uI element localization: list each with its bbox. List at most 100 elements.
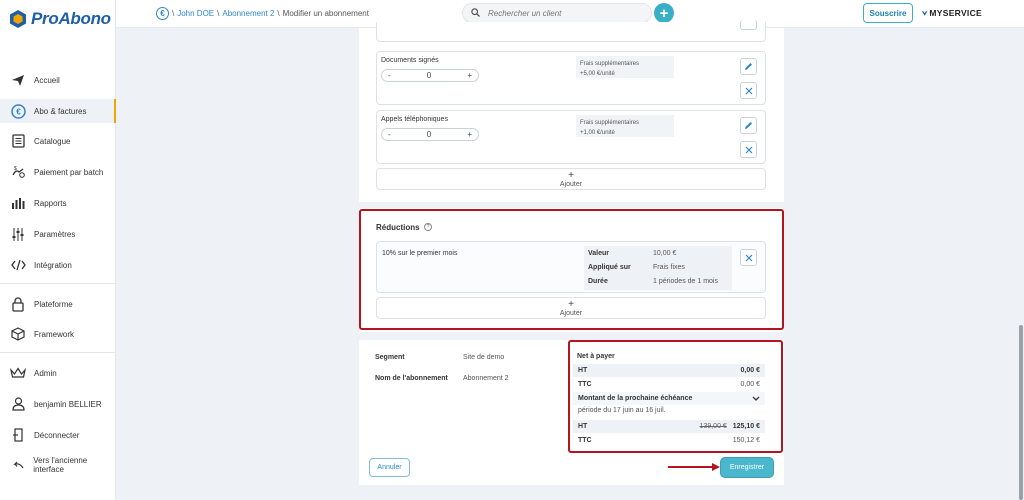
sidebar-divider bbox=[0, 283, 116, 284]
hexagon-logo-icon bbox=[10, 10, 26, 28]
search-icon bbox=[471, 7, 480, 19]
search-input[interactable] bbox=[488, 8, 638, 18]
cancel-button[interactable]: Annuler bbox=[369, 458, 410, 477]
option-box-partial bbox=[376, 20, 766, 42]
quantity-value[interactable]: 0 bbox=[427, 71, 431, 80]
brand-logo[interactable]: ProAbono bbox=[10, 9, 111, 29]
sliders-icon bbox=[10, 226, 26, 242]
sidebar-item-label: Vers l'ancienne interface bbox=[33, 456, 88, 474]
extra-fee-value: +1,00 €/unité bbox=[580, 130, 615, 136]
sidebar-item-parametres[interactable]: Paramètres bbox=[0, 222, 116, 246]
extra-fee-title: Frais supplémentaires bbox=[580, 61, 640, 67]
delete-button[interactable] bbox=[740, 141, 757, 158]
pencil-icon bbox=[745, 63, 752, 70]
option-name: Appels téléphoniques bbox=[381, 116, 448, 123]
breadcrumb: € \ John DOE \ Abonnement 2 \ Modifier u… bbox=[156, 7, 369, 20]
red-arrow-icon bbox=[668, 463, 720, 471]
breadcrumb-subscription-link[interactable]: Abonnement 2 bbox=[222, 9, 274, 18]
euro-icon: € bbox=[156, 7, 169, 20]
sidebar-item-integration[interactable]: Intégration bbox=[0, 253, 116, 277]
sidebar-item-label: Framework bbox=[34, 329, 75, 339]
sidebar-item-accueil[interactable]: Accueil bbox=[0, 68, 116, 92]
decrement-button[interactable]: - bbox=[388, 71, 391, 80]
extra-fee-info: Frais supplémentaires +1,00 €/unité bbox=[576, 115, 674, 137]
subscription-name-value: Abonnement 2 bbox=[463, 375, 509, 382]
sidebar-item-label: Catalogue bbox=[34, 136, 71, 146]
partner-logo-icon bbox=[922, 10, 928, 16]
breadcrumb-separator: \ bbox=[172, 9, 175, 18]
breadcrumb-separator: \ bbox=[217, 9, 220, 18]
batch-payment-icon: $ bbox=[10, 164, 26, 180]
svg-text:€: € bbox=[16, 107, 21, 116]
subscription-name-label: Nom de l'abonnement bbox=[375, 375, 448, 382]
euro-icon: € bbox=[10, 103, 26, 119]
highlight-net-payment bbox=[568, 340, 783, 453]
plus-icon: + bbox=[659, 4, 669, 22]
option-box: Appels téléphoniques - 0 + Frais supplém… bbox=[376, 110, 766, 164]
sidebar-item-paiement-batch[interactable]: $ Paiement par batch bbox=[0, 160, 116, 184]
sidebar-divider bbox=[0, 352, 116, 353]
partner-logo-text: MYSERVICE bbox=[929, 8, 982, 18]
sidebar-item-label: benjamin BELLIER bbox=[34, 399, 102, 409]
partner-logo[interactable]: MYSERVICE bbox=[922, 4, 982, 22]
close-icon bbox=[745, 146, 752, 153]
edit-button[interactable] bbox=[740, 117, 757, 134]
plane-icon bbox=[10, 72, 26, 88]
decrement-button[interactable]: - bbox=[388, 130, 391, 139]
increment-button[interactable]: + bbox=[467, 130, 472, 139]
close-icon bbox=[745, 87, 752, 94]
breadcrumb-customer-link[interactable]: John DOE bbox=[177, 9, 214, 18]
cube-icon bbox=[10, 326, 26, 342]
save-button[interactable]: Enregistrer bbox=[721, 458, 773, 477]
sidebar-item-plateforme[interactable]: Plateforme bbox=[0, 292, 116, 316]
segment-label: Segment bbox=[375, 354, 405, 361]
sidebar-item-catalogue[interactable]: Catalogue bbox=[0, 129, 116, 153]
sidebar-item-ancienne-interface[interactable]: Vers l'ancienne interface bbox=[0, 453, 116, 477]
add-button[interactable]: + bbox=[654, 3, 674, 23]
option-box: Documents signés - 0 + Frais supplémenta… bbox=[376, 51, 766, 105]
segment-value: Site de demo bbox=[463, 354, 505, 361]
add-label: Ajouter bbox=[559, 181, 583, 188]
crown-icon bbox=[10, 365, 26, 381]
brand-name: ProAbono bbox=[31, 9, 111, 28]
quantity-stepper[interactable]: - 0 + bbox=[381, 128, 479, 141]
sidebar-item-abo-factures[interactable]: € Abo & factures bbox=[0, 99, 116, 123]
sidebar-item-label: Déconnecter bbox=[34, 430, 80, 440]
plus-icon: + bbox=[568, 170, 574, 181]
option-name: Documents signés bbox=[381, 57, 439, 64]
scrollbar[interactable] bbox=[1019, 325, 1023, 500]
back-arrow-icon bbox=[10, 457, 25, 473]
lock-icon bbox=[10, 296, 26, 312]
sidebar-item-admin[interactable]: Admin bbox=[0, 361, 116, 385]
increment-button[interactable]: + bbox=[467, 71, 472, 80]
extra-fee-value: +5,00 €/unité bbox=[580, 71, 615, 77]
quantity-value[interactable]: 0 bbox=[427, 130, 431, 139]
sidebar-item-framework[interactable]: Framework bbox=[0, 322, 116, 346]
svg-text:$: $ bbox=[14, 166, 17, 172]
code-icon bbox=[10, 257, 26, 273]
user-icon bbox=[10, 396, 26, 412]
sidebar-item-label: Rapports bbox=[34, 198, 67, 208]
edit-button[interactable] bbox=[740, 58, 757, 75]
sidebar-item-rapports[interactable]: Rapports bbox=[0, 191, 116, 215]
highlight-reductions bbox=[359, 209, 784, 330]
delete-button[interactable] bbox=[740, 82, 757, 99]
sidebar-item-user[interactable]: benjamin BELLIER bbox=[0, 392, 116, 416]
sidebar-item-label: Paramètres bbox=[34, 229, 76, 239]
search-box bbox=[462, 3, 652, 23]
pencil-icon bbox=[745, 122, 752, 129]
extra-fee-info: Frais supplémentaires +5,00 €/unité bbox=[576, 56, 674, 78]
sidebar-item-label: Intégration bbox=[34, 260, 72, 270]
sidebar-item-label: Paiement par batch bbox=[34, 167, 104, 177]
subscribe-button[interactable]: Souscrire bbox=[863, 3, 913, 23]
logout-icon bbox=[10, 427, 26, 443]
breadcrumb-separator: \ bbox=[277, 9, 280, 18]
extra-fee-title: Frais supplémentaires bbox=[580, 120, 640, 126]
add-option-button[interactable]: + Ajouter bbox=[376, 168, 766, 190]
sidebar-item-label: Abo & factures bbox=[34, 106, 87, 116]
quantity-stepper[interactable]: - 0 + bbox=[381, 69, 479, 82]
bar-chart-icon bbox=[10, 195, 26, 211]
sidebar-item-deconnecter[interactable]: Déconnecter bbox=[0, 423, 116, 447]
delete-button[interactable] bbox=[740, 20, 757, 30]
options-panel: Documents signés - 0 + Frais supplémenta… bbox=[359, 20, 784, 202]
